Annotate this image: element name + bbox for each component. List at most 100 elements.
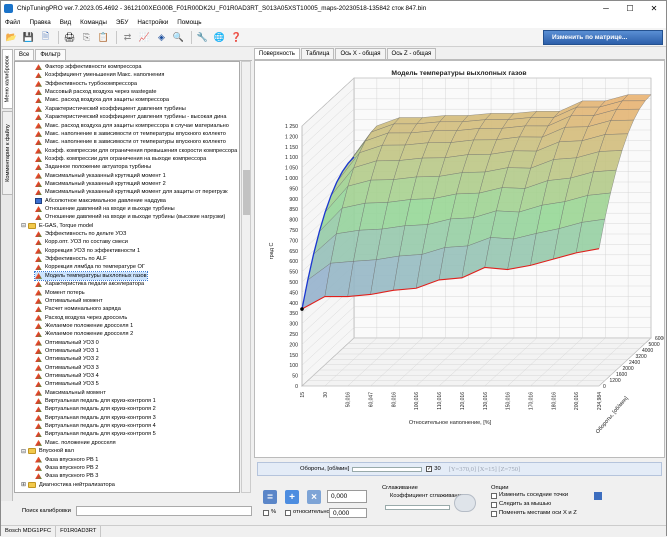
online-icon[interactable]: 🌐 xyxy=(212,30,227,44)
tree-item[interactable]: Отношение давлений на входе и выходе тур… xyxy=(35,213,225,221)
tree-item[interactable]: Момент потерь xyxy=(35,288,85,296)
rpm-slider[interactable] xyxy=(352,466,423,472)
tree-item[interactable]: Желаемое положение дросселя 2 xyxy=(35,330,133,338)
tree-item[interactable]: Виртуальная педаль для круиз-контроля 5 xyxy=(35,430,156,438)
plus-button[interactable]: + xyxy=(285,490,299,504)
option-swap-axes-checkbox[interactable] xyxy=(491,511,497,517)
tree-item[interactable]: Максимальный указанный крутящий момент 2 xyxy=(35,180,166,188)
menu-help[interactable]: Помощь xyxy=(177,19,201,26)
copy-icon[interactable]: ⎘ xyxy=(79,30,94,44)
tree-item[interactable]: Оптимальный УОЗ 5 xyxy=(35,380,99,388)
relative-checkbox[interactable] xyxy=(285,510,291,516)
surface-plot[interactable]: Модель температуры выхлопных газов 1 250 1… xyxy=(254,60,665,458)
graph-icon[interactable]: 📈 xyxy=(137,30,152,44)
tools-icon[interactable]: 🔧 xyxy=(195,30,210,44)
navigate-icon[interactable]: ◈ xyxy=(154,30,169,44)
tree-item[interactable]: Характеристический коэффициент давления … xyxy=(35,105,186,113)
tree-item[interactable]: Массовый расход воздуха через wastegate xyxy=(35,88,156,96)
tree-item[interactable]: Эффективность по ALF xyxy=(35,255,107,263)
tree-item[interactable]: Расчет номинального заряда xyxy=(35,305,121,313)
tab-file-comments[interactable]: Комментарии к файлу xyxy=(2,111,13,195)
surface-chart[interactable]: Модель температуры выхлопных газов 1 250 1… xyxy=(255,61,664,457)
multiply-button[interactable]: × xyxy=(307,490,321,504)
tab-calibration-menu[interactable]: Меню калибровок xyxy=(2,49,13,109)
value-input-1[interactable]: 0,000 xyxy=(327,490,367,503)
print-icon[interactable]: 🖨 xyxy=(62,30,77,44)
menu-file[interactable]: Файл xyxy=(5,19,20,26)
compare-icon[interactable]: ⇄ xyxy=(120,30,135,44)
tree-item[interactable]: Оптимальный момент xyxy=(35,297,103,305)
scroll-thumb[interactable] xyxy=(243,170,250,215)
tree-item[interactable]: Отношение давлений на входе и выходе тур… xyxy=(35,205,175,213)
equals-button[interactable]: = xyxy=(263,490,277,504)
tab-x-axis[interactable]: Ось X - общая xyxy=(335,48,386,59)
tree-item[interactable]: Виртуальная педаль для круиз-контроля 1 xyxy=(35,397,156,405)
search-input[interactable] xyxy=(75,505,252,516)
tree-item[interactable]: ⊟ Впускной вал xyxy=(21,447,74,455)
tree-item[interactable]: Фаза впускного РВ 2 xyxy=(35,464,98,472)
minimize-icon[interactable]: ─ xyxy=(594,1,618,16)
grid-icon[interactable] xyxy=(594,492,602,500)
tab-table[interactable]: Таблица xyxy=(300,48,335,59)
tree-item[interactable]: Макс. положение дросселя xyxy=(35,439,116,447)
tree-item[interactable]: Оптимальный УОЗ 4 xyxy=(35,372,99,380)
tree-item[interactable]: Фаза впускного РВ 1 xyxy=(35,455,98,463)
tree-item[interactable]: ⊟ E-GAS, Torque model xyxy=(21,222,93,230)
tab-z-axis[interactable]: Ось Z - общая xyxy=(386,48,437,59)
tree-item[interactable]: Фаза впускного РВ 3 xyxy=(35,472,98,480)
tree-scrollbar[interactable] xyxy=(241,61,251,493)
tree-item[interactable]: Коэффициент уменьшения Макс. наполнения xyxy=(35,71,164,79)
open-icon[interactable]: 📂 xyxy=(4,30,19,44)
paste-icon[interactable]: 📋 xyxy=(96,30,111,44)
collapse-icon[interactable]: ⊟ xyxy=(21,222,27,229)
tree-item[interactable]: Характеристический коэффициент давления … xyxy=(35,113,227,121)
help-icon[interactable]: ❓ xyxy=(229,30,244,44)
close-icon[interactable]: ✕ xyxy=(642,1,666,16)
tree-item[interactable]: Коэфф. компрессии для ограничения на вых… xyxy=(35,155,206,163)
tree-item[interactable]: Макс. наполнение в зависимости от темпер… xyxy=(35,130,226,138)
expand-icon[interactable]: ⊞ xyxy=(21,481,27,488)
tree-item[interactable]: ⊞ Диагностика нейтрализатора xyxy=(21,481,115,489)
tree-item[interactable]: Расход воздуха через дроссель xyxy=(35,314,127,322)
save-icon[interactable]: 💾 xyxy=(21,30,36,44)
menu-settings[interactable]: Настройки xyxy=(137,19,168,26)
value-input-2[interactable]: 0,000 xyxy=(329,508,367,518)
tree-item[interactable]: Оптимальный УОЗ 0 xyxy=(35,339,99,347)
tree-item[interactable]: Абсолютное максимальное давление наддува xyxy=(35,197,166,205)
slider-checkbox[interactable]: ✓ xyxy=(426,466,433,472)
tree-item[interactable]: Максимальный указанный крутящий момент 1 xyxy=(35,172,166,180)
option-follow-mouse-checkbox[interactable] xyxy=(491,502,497,508)
collapse-icon[interactable]: ⊟ xyxy=(21,448,27,455)
option-neighbor-checkbox[interactable] xyxy=(491,493,497,499)
tree-item[interactable]: Эффективность турбокомпрессора xyxy=(35,80,137,88)
tree-item[interactable]: Макс. расход воздуха для защиты компресс… xyxy=(35,121,229,129)
tree-item[interactable]: Виртуальная педаль для круиз-контроля 4 xyxy=(35,422,156,430)
tree-item[interactable]: Характеристика педали акселератора xyxy=(35,280,144,288)
tab-all[interactable]: Все xyxy=(14,49,35,60)
menu-ecu[interactable]: ЭБУ xyxy=(116,19,129,26)
tree-item[interactable]: Коррекция лямбда по температуре ОГ xyxy=(35,263,145,271)
save-as-icon[interactable]: 🗎 xyxy=(38,30,53,44)
tree-item[interactable]: Модель температуры выхлопных газов xyxy=(34,270,148,281)
percent-checkbox[interactable] xyxy=(263,510,269,516)
menu-commands[interactable]: Команды xyxy=(80,19,107,26)
tree-item[interactable]: Заданное положение актуатора турбины xyxy=(35,163,151,171)
tree-item[interactable]: Виртуальная педаль для круиз-контроля 2 xyxy=(35,405,156,413)
tree-item[interactable]: Корр.опт. УОЗ по составу смеси xyxy=(35,238,128,246)
tree-item[interactable]: Макс. наполнение в зависимости от темпер… xyxy=(35,138,226,146)
tree-item[interactable]: Желаемое положение дросселя 1 xyxy=(35,322,133,330)
tree-item[interactable]: Оптимальный УОЗ 1 xyxy=(35,347,99,355)
smoothing-slider[interactable] xyxy=(385,505,450,510)
maximize-icon[interactable]: ☐ xyxy=(618,1,642,16)
menu-edit[interactable]: Правка xyxy=(29,19,50,26)
menu-view[interactable]: Вид xyxy=(60,19,71,26)
tree-item[interactable]: Оптимальный УОЗ 2 xyxy=(35,355,99,363)
tree-item[interactable]: Коэфф. компрессии для ограничения превыш… xyxy=(35,147,237,155)
tree-item[interactable]: Фактор эффективности компрессора xyxy=(35,63,141,71)
tree-item[interactable]: Оптимальный УОЗ 3 xyxy=(35,364,99,372)
tree-item[interactable]: Виртуальная педаль для круиз-контроля 3 xyxy=(35,414,156,422)
find-icon[interactable]: 🔍 xyxy=(171,30,186,44)
tree-item[interactable]: Макс. расход воздуха для защиты компресс… xyxy=(35,96,169,104)
tab-surface[interactable]: Поверхность xyxy=(254,48,300,59)
tree-item[interactable]: Максимальный указанный крутящий момент д… xyxy=(35,188,228,196)
